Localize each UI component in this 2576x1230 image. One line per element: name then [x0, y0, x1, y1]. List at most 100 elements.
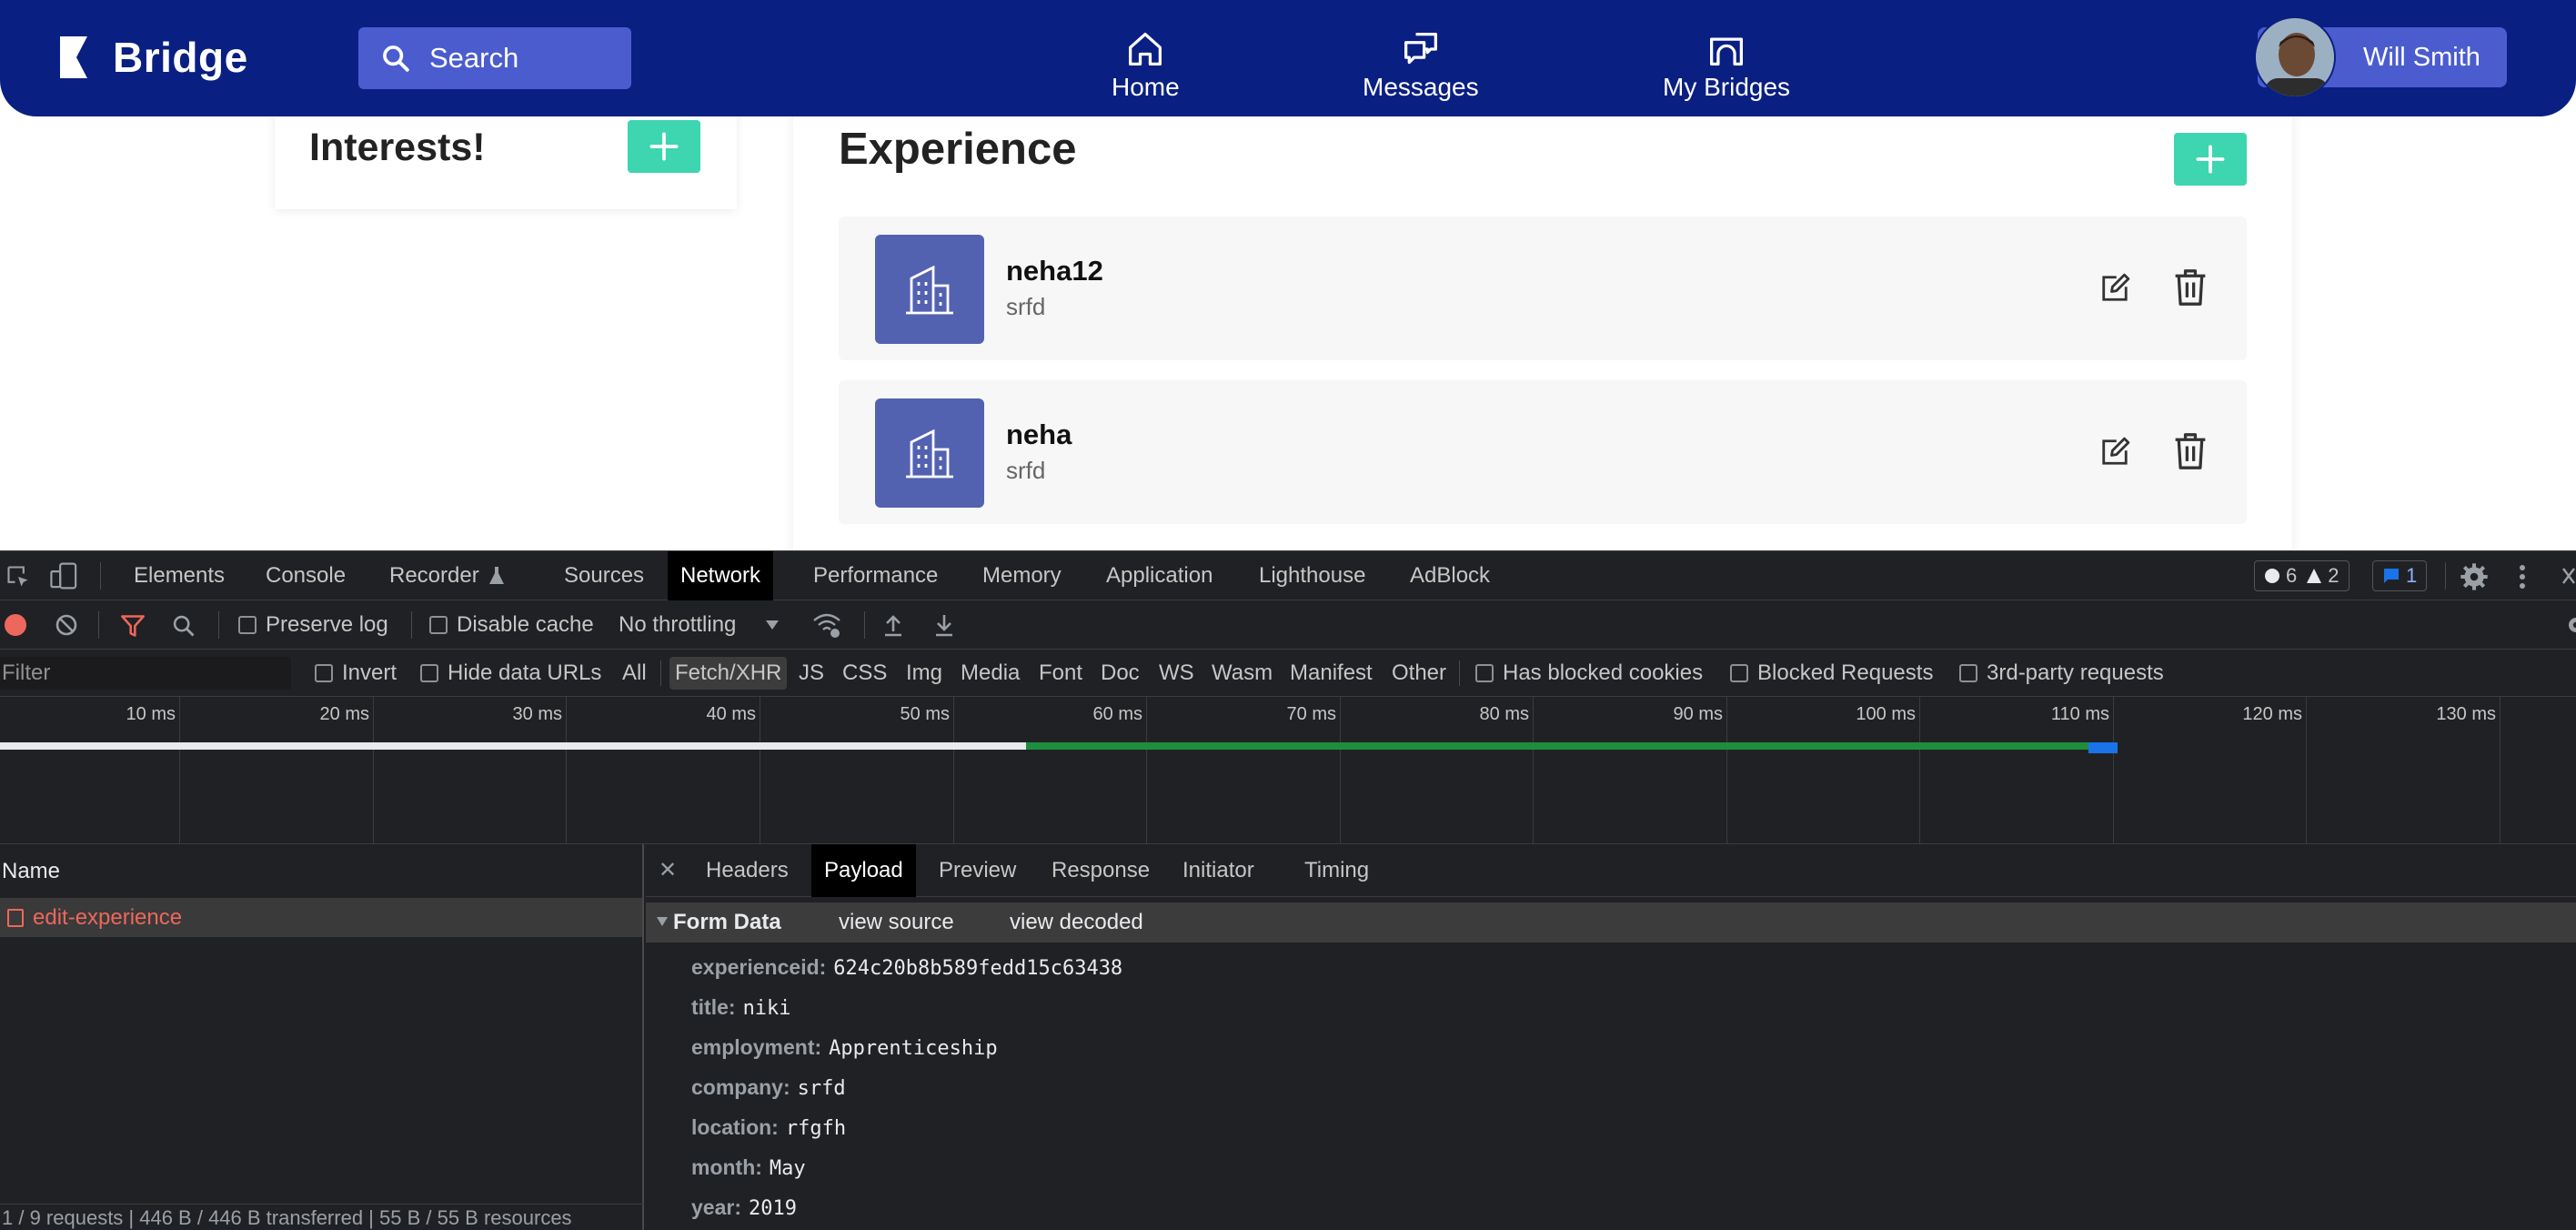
record-icon[interactable]	[4, 613, 27, 637]
checkbox[interactable]	[238, 616, 257, 634]
tab-preview[interactable]: Preview	[926, 844, 1029, 897]
settings-gear-icon[interactable]	[2460, 562, 2489, 591]
filter-type-img[interactable]: Img	[906, 650, 942, 697]
filter-input[interactable]: Filter	[0, 657, 291, 690]
invert-checkbox[interactable]: Invert	[315, 650, 397, 697]
timeline-tick: 80 ms	[1341, 697, 1534, 844]
nav-home[interactable]: Home	[1112, 31, 1180, 102]
hide-data-urls-label: Hide data URLs	[448, 660, 602, 685]
checkbox[interactable]	[315, 664, 333, 682]
form-field-row: company: srfd	[691, 1075, 846, 1100]
tab-adblock[interactable]: AdBlock	[1397, 551, 1503, 600]
filter-type-media[interactable]: Media	[961, 650, 1020, 697]
clear-icon[interactable]	[55, 613, 78, 637]
checkbox[interactable]	[420, 664, 438, 682]
tab-elements[interactable]: Elements	[121, 551, 237, 600]
tab-console[interactable]: Console	[253, 551, 358, 600]
tab-headers[interactable]: Headers	[693, 844, 801, 897]
experience-title-text: neha	[1006, 418, 1072, 450]
third-party-requests-checkbox[interactable]: 3rd-party requests	[1959, 650, 2164, 697]
more-options-icon[interactable]	[2518, 564, 2527, 590]
filter-type-js[interactable]: JS	[799, 650, 824, 697]
inspect-element-icon[interactable]	[5, 564, 31, 590]
network-conditions-icon[interactable]	[811, 611, 842, 639]
add-experience-button[interactable]	[2174, 133, 2247, 186]
issues-counter[interactable]: 6 2	[2254, 560, 2350, 591]
tab-lighthouse[interactable]: Lighthouse	[1246, 551, 1378, 600]
separator	[1459, 660, 1460, 686]
checkbox[interactable]	[429, 616, 448, 634]
field-value: 2019	[748, 1197, 797, 1220]
tab-performance[interactable]: Performance	[800, 551, 951, 600]
top-navbar: Bridge Search Home Messages My Bridges W…	[0, 0, 2576, 116]
edit-icon[interactable]	[2096, 269, 2134, 308]
filter-type-ws[interactable]: WS	[1159, 650, 1194, 697]
checkbox[interactable]	[1959, 664, 1977, 682]
trash-icon[interactable]	[2172, 431, 2209, 471]
messages-counter[interactable]: 1	[2372, 560, 2428, 591]
tab-application[interactable]: Application	[1093, 551, 1225, 600]
tab-recorder[interactable]: Recorder	[377, 551, 492, 600]
avatar	[2254, 16, 2336, 98]
has-blocked-cookies-checkbox[interactable]: Has blocked cookies	[1475, 650, 1703, 697]
filter-type-other[interactable]: Other	[1392, 650, 1446, 697]
blocked-requests-checkbox[interactable]: Blocked Requests	[1730, 650, 1933, 697]
request-row[interactable]: edit-experience	[0, 899, 642, 937]
tab-sources[interactable]: Sources	[551, 551, 657, 600]
checkbox[interactable]	[1730, 664, 1748, 682]
third-party-requests-label: 3rd-party requests	[1987, 660, 2164, 685]
filter-type-manifest[interactable]: Manifest	[1290, 650, 1373, 697]
network-overview-timeline[interactable]: 10 ms 20 ms 30 ms 40 ms 50 ms 60 ms 70 m…	[0, 697, 2576, 844]
filter-icon[interactable]	[120, 613, 146, 639]
throttling-select[interactable]: No throttling	[619, 600, 780, 650]
filter-type-font[interactable]: Font	[1039, 650, 1082, 697]
trash-icon[interactable]	[2172, 267, 2209, 308]
add-interest-button[interactable]	[628, 120, 700, 173]
filter-type-doc[interactable]: Doc	[1101, 650, 1140, 697]
tab-payload[interactable]: Payload	[811, 844, 916, 897]
checkbox[interactable]	[1475, 664, 1494, 682]
nav-my-bridges[interactable]: My Bridges	[1663, 31, 1790, 102]
view-decoded-link[interactable]: view decoded	[1010, 902, 1143, 943]
filter-type-css[interactable]: CSS	[842, 650, 887, 697]
user-menu-button[interactable]: Will Smith	[2254, 16, 2507, 98]
field-key: employment:	[691, 1035, 822, 1059]
hide-data-urls-checkbox[interactable]: Hide data URLs	[420, 650, 601, 697]
tab-initiator[interactable]: Initiator	[1170, 844, 1267, 897]
tab-timing[interactable]: Timing	[1292, 844, 1382, 897]
filter-type-all[interactable]: All	[622, 650, 647, 697]
filter-type-fetch-xhr[interactable]: Fetch/XHR	[669, 657, 788, 690]
network-settings-icon[interactable]	[2565, 613, 2576, 637]
flask-icon	[489, 567, 504, 584]
tab-network[interactable]: Network	[668, 551, 774, 600]
form-data-section-header[interactable]: Form Data view source view decoded	[646, 902, 2576, 943]
timeline-tick: 120 ms	[2114, 697, 2307, 844]
plus-icon	[2196, 145, 2225, 174]
device-toolbar-icon[interactable]	[49, 562, 80, 590]
edit-icon[interactable]	[2096, 433, 2134, 471]
timeline-tick: 50 ms	[760, 697, 954, 844]
throttling-value: No throttling	[619, 612, 737, 637]
tick-label: 50 ms	[900, 704, 950, 724]
export-har-icon[interactable]	[933, 613, 955, 637]
filter-type-wasm[interactable]: Wasm	[1212, 650, 1273, 697]
search-button[interactable]: Search	[358, 27, 631, 89]
disable-cache-checkbox[interactable]: Disable cache	[429, 600, 594, 650]
nav-messages[interactable]: Messages	[1363, 31, 1479, 102]
tick-label: 40 ms	[706, 704, 756, 724]
request-file-icon	[7, 909, 24, 927]
search-icon[interactable]	[171, 613, 196, 639]
request-detail-pane: ✕ Headers Payload Preview Response Initi…	[646, 844, 2576, 1230]
import-har-icon[interactable]	[882, 613, 904, 637]
tab-response[interactable]: Response	[1039, 844, 1162, 897]
name-column-header[interactable]: Name	[0, 844, 642, 899]
close-detail-icon[interactable]: ✕	[659, 844, 677, 897]
field-key: experienceid:	[691, 955, 827, 979]
form-field-row: year: 2019	[691, 1195, 797, 1220]
view-source-link[interactable]: view source	[839, 902, 954, 943]
timeline-tick: 40 ms	[567, 697, 760, 844]
preserve-log-checkbox[interactable]: Preserve log	[238, 600, 388, 650]
tab-memory[interactable]: Memory	[970, 551, 1074, 600]
brand-logo[interactable]: Bridge	[60, 33, 248, 82]
close-icon[interactable]	[2561, 566, 2576, 586]
